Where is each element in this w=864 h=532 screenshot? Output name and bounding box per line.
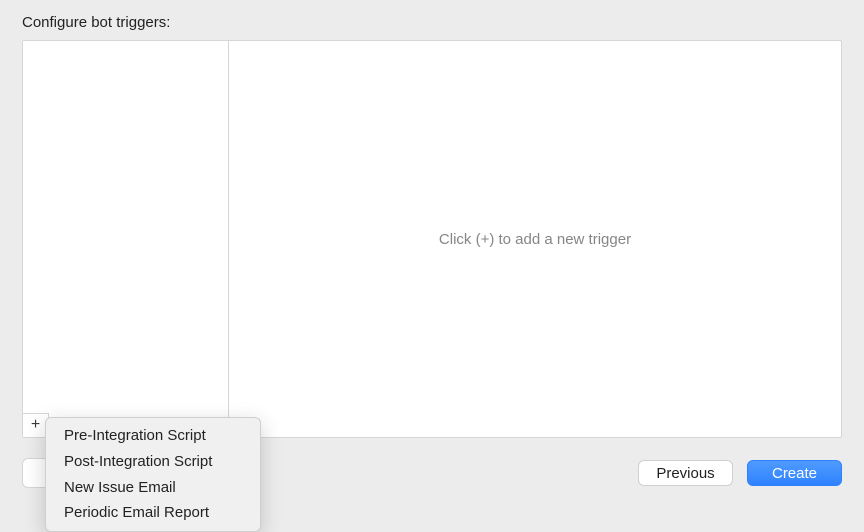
menu-item-pre-integration-script[interactable]: Pre-Integration Script: [46, 423, 260, 449]
plus-icon: +: [31, 417, 40, 433]
page-heading: Configure bot triggers:: [22, 14, 170, 31]
placeholder-text: Click (+) to add a new trigger: [439, 231, 631, 248]
menu-item-periodic-email-report[interactable]: Periodic Email Report: [46, 500, 260, 526]
previous-button[interactable]: Previous: [638, 460, 733, 486]
footer-buttons: Previous Create: [0, 458, 864, 488]
trigger-detail-pane: Click (+) to add a new trigger: [229, 41, 841, 437]
create-button[interactable]: Create: [747, 460, 842, 486]
trigger-panel: + Click (+) to add a new trigger: [22, 40, 842, 438]
trigger-list-sidebar: +: [23, 41, 229, 437]
